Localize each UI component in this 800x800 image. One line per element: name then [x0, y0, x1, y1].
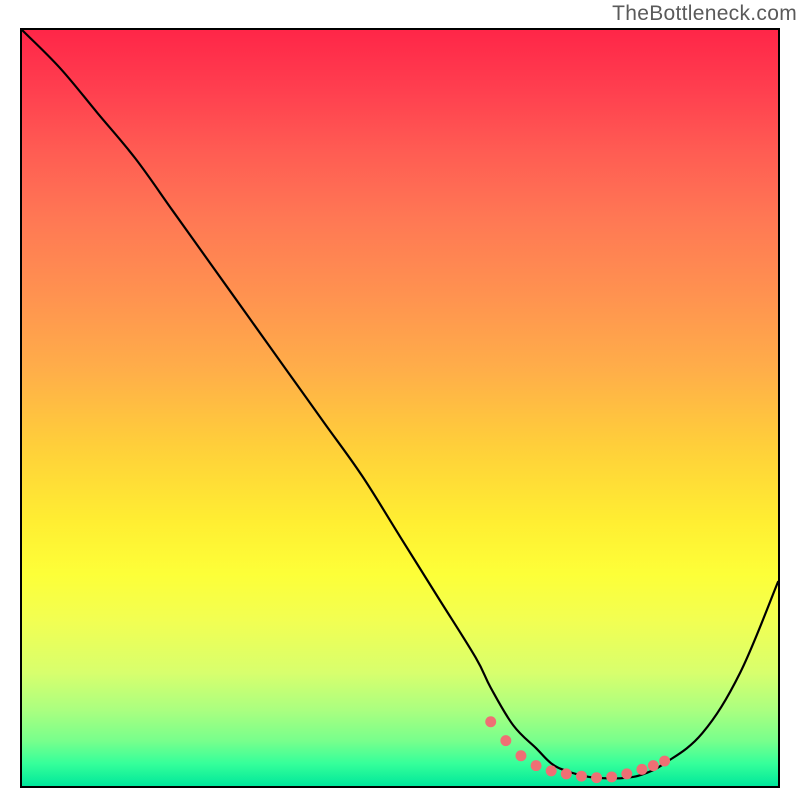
watermark-label: TheBottleneck.com — [612, 2, 797, 26]
marker-dot — [648, 760, 659, 771]
marker-dot — [636, 764, 647, 775]
chart-frame: TheBottleneck.com — [0, 0, 800, 800]
marker-dot — [485, 716, 496, 727]
marker-dot — [621, 768, 632, 779]
chart-svg — [22, 30, 778, 786]
marker-dot — [546, 765, 557, 776]
marker-dot — [561, 768, 572, 779]
marker-dot — [659, 756, 670, 767]
marker-dot — [500, 735, 511, 746]
curve-line — [22, 30, 778, 778]
marker-dot — [515, 750, 526, 761]
plot-area — [20, 28, 780, 788]
marker-dot — [591, 772, 602, 783]
marker-dot — [606, 771, 617, 782]
marker-dot — [576, 771, 587, 782]
marker-dot — [531, 760, 542, 771]
